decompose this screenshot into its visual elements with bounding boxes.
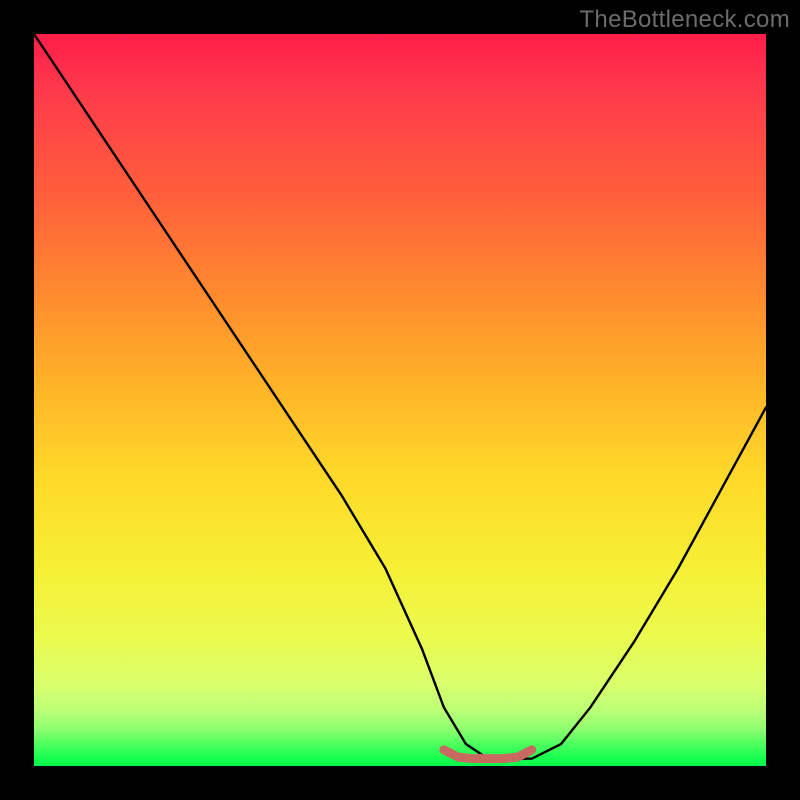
- chart-plot-area: [34, 34, 766, 766]
- chart-overlay-svg: [34, 34, 766, 766]
- chart-frame: TheBottleneck.com: [0, 0, 800, 800]
- watermark-text: TheBottleneck.com: [579, 6, 790, 34]
- bottleneck-curve: [34, 34, 766, 759]
- flat-minimum-marker: [444, 750, 532, 759]
